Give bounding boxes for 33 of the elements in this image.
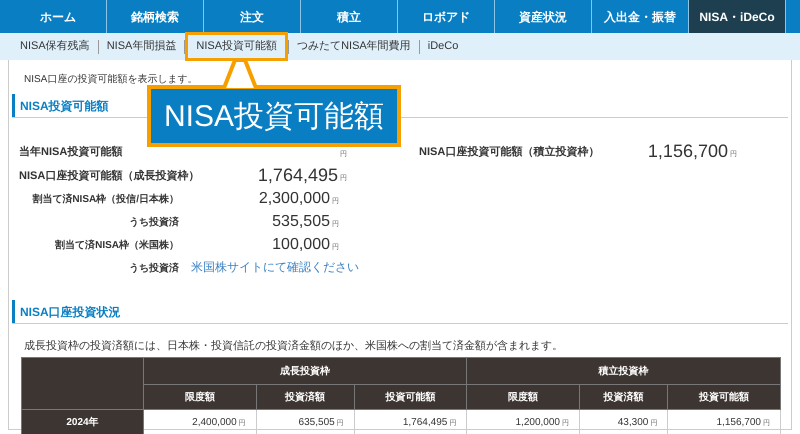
column-header: 限度額 [466,384,580,410]
field-label: NISA口座投資可能額（成長投資枠） [19,168,200,184]
column-header: 投資済額 [256,384,354,410]
section-title: NISA投資可能額 [20,98,109,114]
note-text: 成長投資枠の投資済額には、日本株・投資信託の投資済金額のほか、米国株への割当て済金額が含まれます。 [24,340,563,352]
us-stock-site-link[interactable]: 米国株サイトにて確認ください [191,258,359,276]
column-header: 投資済額 [579,384,668,410]
amount-value: 1,764,495 [258,166,338,184]
group-header: 成長投資枠 [144,358,467,384]
amount-value: 2,300,000 [258,191,330,207]
row-header: 2024年 [22,410,144,434]
amount-value: 535,505 [272,214,330,230]
nav-tab[interactable]: NISA・iDeCo [689,0,786,33]
column-header: 限度額 [144,384,256,410]
group-header: 積立投資枠 [466,358,780,384]
column-header: 投資可能額 [668,384,780,410]
callout-text: NISA投資可能額 [164,98,384,134]
sub-nav-link[interactable]: NISA投資可能額 [185,32,288,61]
field-label: うち投資済 [129,215,179,230]
field-label: うち投資済 [129,261,179,276]
column-header: 投資可能額 [354,384,467,410]
field-label: 割当て済NISA枠（投信/日本株） [32,192,179,207]
field-label: NISA口座投資可能額（積立投資枠） [419,144,600,160]
intro-text: NISA口座の投資可能額を表示します。 [24,74,198,85]
amount-value: 1,156,700 [648,142,728,160]
amount-value: 100,000 [272,237,330,253]
field-label: 割当て済NISA枠（米国株） [55,238,179,253]
field-label: 当年NISA投資可能額 [19,144,122,160]
sub-nav-link[interactable]: NISA保有残高 [12,36,98,57]
sub-nav-link[interactable]: つみたてNISA年間費用 [289,36,419,57]
sub-nav-link[interactable]: iDeCo [420,36,466,57]
section-title: NISA口座投資状況 [20,304,121,320]
sub-nav-link[interactable]: NISA年間損益 [98,36,184,57]
